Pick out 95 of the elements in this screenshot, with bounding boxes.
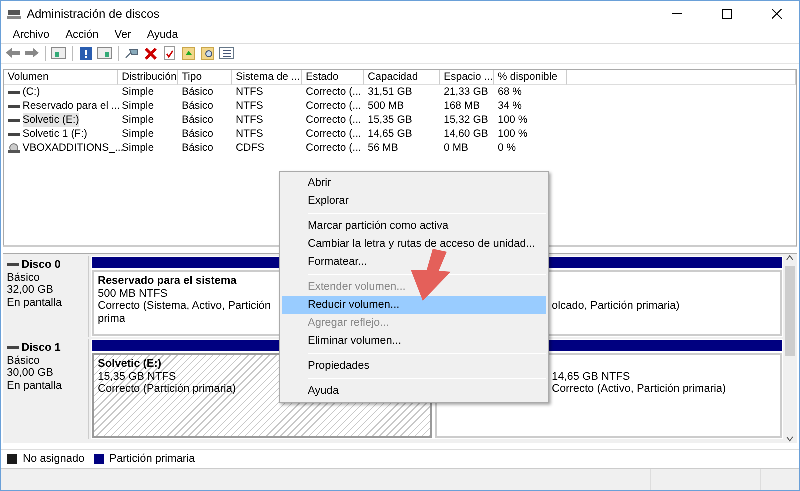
app-icon	[7, 8, 21, 20]
menu-item[interactable]: Ayuda	[139, 26, 186, 43]
volume-name[interactable]: Reservado para el ...	[22, 99, 120, 113]
table-cell-text: Simple	[121, 113, 156, 127]
scroll-down-icon[interactable]	[786, 435, 794, 443]
disk-info: Básico	[7, 272, 42, 284]
column-header[interactable]: % disponible	[494, 70, 567, 85]
disk-name: Disco 1	[22, 342, 61, 354]
volume-name[interactable]: (C:)	[22, 85, 40, 99]
disk-info: En pantalla	[7, 380, 64, 392]
column-header[interactable]: Tipo	[178, 70, 232, 85]
panel-icon[interactable]	[51, 46, 67, 61]
table-cell-text: 31,51 GB	[367, 85, 414, 99]
table-cell-text: Correcto (...	[305, 141, 362, 155]
scrollbar[interactable]	[783, 254, 797, 443]
back-icon[interactable]	[5, 46, 21, 61]
partition-name: Reservado para el sistema	[98, 275, 237, 288]
disk-info: 30,00 GB	[7, 367, 54, 380]
partition-size: 500 MB NTFS	[98, 288, 168, 300]
menu-item[interactable]: Archivo	[5, 26, 58, 43]
table-cell-text: Correcto (...	[305, 85, 362, 99]
table-cell-text: CDFS	[235, 141, 266, 155]
list-icon[interactable]	[219, 46, 235, 61]
table-cell-text: Simple	[121, 127, 156, 141]
disk-info: Básico	[7, 354, 42, 367]
legend-label: No asignado	[23, 452, 85, 467]
menu-item[interactable]: Abrir	[282, 174, 546, 192]
partition-size: 14,65 GB NTFS	[552, 370, 630, 383]
column-header[interactable]: Estado	[302, 70, 364, 85]
table-cell-text: Simple	[121, 99, 156, 113]
partition-status: Correcto (Partición primaria)	[98, 383, 236, 396]
panel-icon[interactable]	[97, 46, 113, 61]
table-cell-text: NTFS	[235, 99, 264, 113]
column-header[interactable]: Distribución	[118, 70, 178, 85]
table-cell-text: Correcto (...	[305, 99, 362, 113]
partition-status: olcado, Partición primaria)	[552, 300, 680, 312]
table-cell-text: Simple	[121, 85, 156, 99]
table-cell-text: 500 MB	[367, 99, 406, 113]
table-cell-text: Básico	[181, 85, 215, 99]
help-icon[interactable]	[78, 46, 94, 61]
table-cell-text: 15,32 GB	[443, 113, 490, 127]
table-cell-text: 100 %	[497, 113, 529, 127]
menu-item[interactable]: Cambiar la letra y rutas de acceso de unidad...	[282, 235, 546, 253]
table-cell-text: 0 %	[497, 141, 518, 155]
close-icon	[772, 8, 782, 18]
partition-status: Correcto (Sistema, Activo, Partición prima	[98, 300, 272, 325]
table-cell-text: 15,35 GB	[367, 113, 414, 127]
cd-drive-icon	[8, 143, 20, 153]
disk-info: En pantalla	[7, 296, 64, 309]
table-cell-text: Correcto (...	[305, 113, 362, 127]
table-cell-text: 56 MB	[367, 141, 400, 155]
menu-item[interactable]: Marcar partición como activa	[282, 217, 546, 235]
table-cell-text: Correcto (...	[305, 127, 362, 141]
table-cell-text: 168 MB	[443, 99, 482, 113]
table-cell-text: 14,65 GB	[367, 127, 414, 141]
window-title: Administración de discos	[27, 6, 161, 22]
maximize-icon	[722, 8, 732, 18]
column-header[interactable]: Sistema de ...	[232, 70, 302, 85]
disk-info: 32,00 GB	[7, 284, 54, 296]
legend-label: Partición primaria	[110, 452, 196, 467]
disk-name: Disco 0	[22, 259, 61, 272]
forward-icon[interactable]	[24, 46, 40, 61]
table-cell-text: 21,33 GB	[443, 85, 490, 99]
table-cell-text: Básico	[181, 127, 215, 141]
menu-item[interactable]: Acción	[58, 26, 107, 43]
delete-icon[interactable]	[143, 46, 159, 61]
table-cell-text: 14,60 GB	[443, 127, 490, 141]
scroll-up-icon[interactable]	[786, 254, 794, 262]
menu-item[interactable]: Formatear...	[282, 253, 546, 271]
column-header[interactable]: Volumen	[4, 70, 118, 85]
table-cell-text: Básico	[181, 99, 215, 113]
column-header[interactable]: Capacidad	[364, 70, 440, 85]
volume-name[interactable]: Solvetic 1 (F:)	[22, 127, 88, 141]
menu-item[interactable]: Explorar	[282, 192, 546, 210]
table-cell-text: 0 MB	[443, 141, 470, 155]
table-cell-text: Básico	[181, 113, 215, 127]
table-cell-text: NTFS	[235, 85, 264, 99]
table-cell-text: 68 %	[497, 85, 523, 99]
annotation-arrow	[409, 249, 453, 303]
folder-search-icon[interactable]	[200, 46, 216, 61]
partition-size: 15,35 GB NTFS	[98, 370, 176, 383]
menu-item[interactable]: Reducir volumen...	[282, 296, 546, 314]
folder-up-icon[interactable]	[181, 46, 197, 61]
table-cell-text: 100 %	[497, 127, 529, 141]
table-cell-text: NTFS	[235, 113, 264, 127]
table-cell-text: 34 %	[497, 99, 523, 113]
column-header[interactable]: Espacio ...	[440, 70, 494, 85]
menu-item[interactable]: Ver	[106, 26, 140, 43]
partition-name: Solvetic (E:)	[98, 358, 162, 370]
table-cell-text: Básico	[181, 141, 215, 155]
check-document-icon[interactable]	[162, 46, 178, 61]
table-cell-text: NTFS	[235, 127, 264, 141]
partition-status: Correcto (Activo, Partición primaria)	[552, 383, 726, 396]
volume-name[interactable]: Solvetic (E:)	[22, 113, 80, 127]
volume-name[interactable]: VBOXADDITIONS_...	[22, 141, 124, 155]
